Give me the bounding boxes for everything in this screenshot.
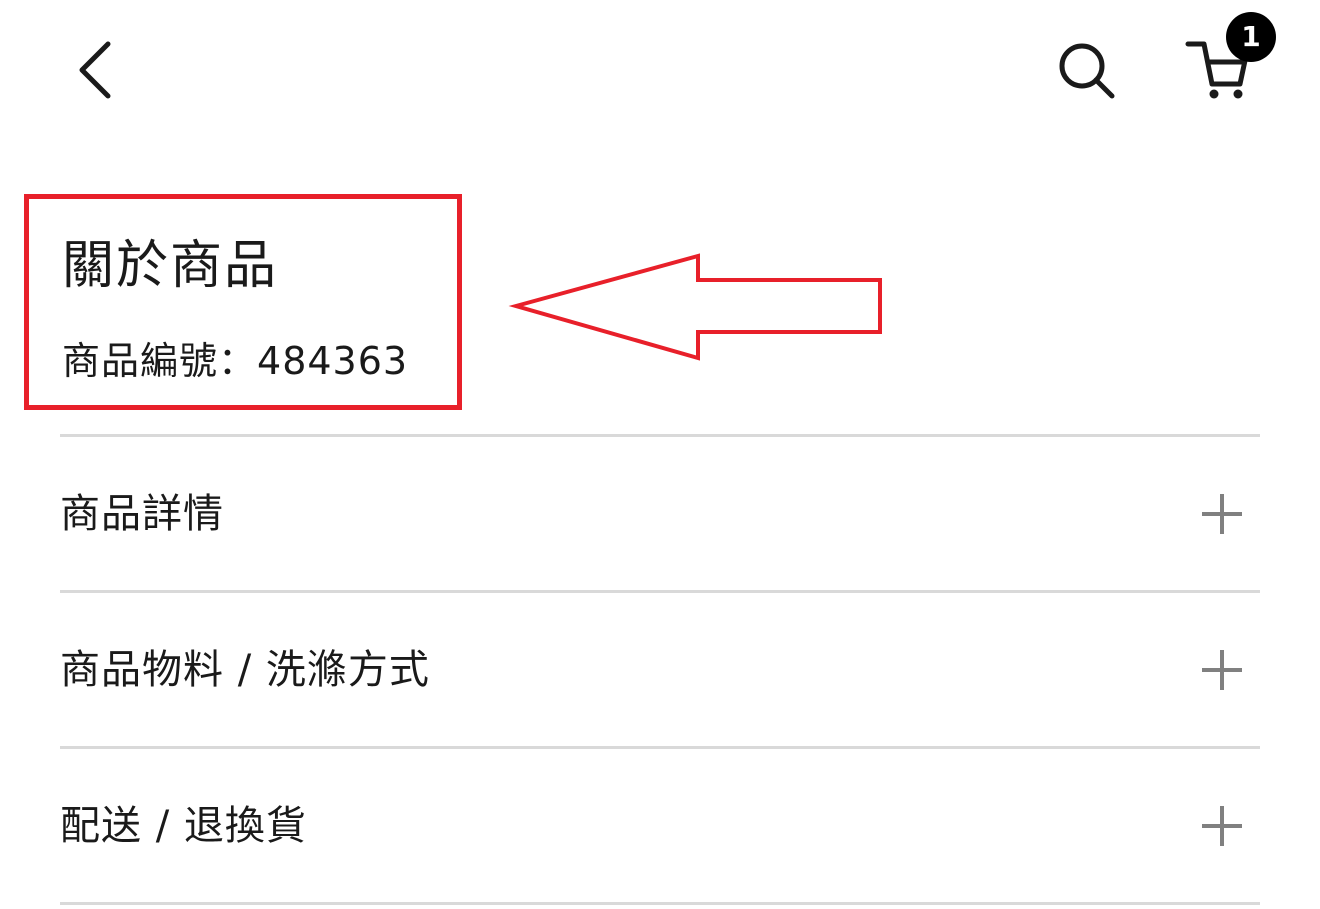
plus-icon[interactable] bbox=[1202, 649, 1242, 690]
accordion-item-shipping-returns[interactable]: 配送 / 退換貨 bbox=[60, 749, 1260, 905]
plus-icon[interactable] bbox=[1202, 493, 1242, 534]
product-code-separator: ： bbox=[218, 339, 258, 383]
search-button[interactable] bbox=[1054, 38, 1120, 104]
cart-count-badge: 1 bbox=[1226, 12, 1276, 62]
accordion-item-label: 商品詳情 bbox=[60, 490, 224, 537]
chevron-left-icon bbox=[79, 41, 111, 99]
back-button[interactable] bbox=[62, 38, 122, 102]
accordion-item-label: 配送 / 退換貨 bbox=[60, 802, 307, 849]
annotation-arrow bbox=[508, 253, 882, 361]
plus-icon[interactable] bbox=[1202, 805, 1242, 846]
accordion-item-details[interactable]: 商品詳情 bbox=[60, 437, 1260, 593]
product-info-accordion: 商品詳情 商品物料 / 洗滌方式 配送 / 退換貨 bbox=[60, 434, 1260, 905]
accordion-item-label: 商品物料 / 洗滌方式 bbox=[60, 646, 430, 693]
page-title: 關於商品 bbox=[62, 236, 279, 296]
accordion-item-material-care[interactable]: 商品物料 / 洗滌方式 bbox=[60, 593, 1260, 749]
product-code-value: 484363 bbox=[257, 339, 409, 383]
product-code: 商品編號：484363 bbox=[62, 334, 408, 388]
top-bar: 1 bbox=[0, 0, 1320, 140]
search-icon bbox=[1059, 43, 1115, 99]
product-code-label: 商品編號 bbox=[62, 339, 219, 383]
